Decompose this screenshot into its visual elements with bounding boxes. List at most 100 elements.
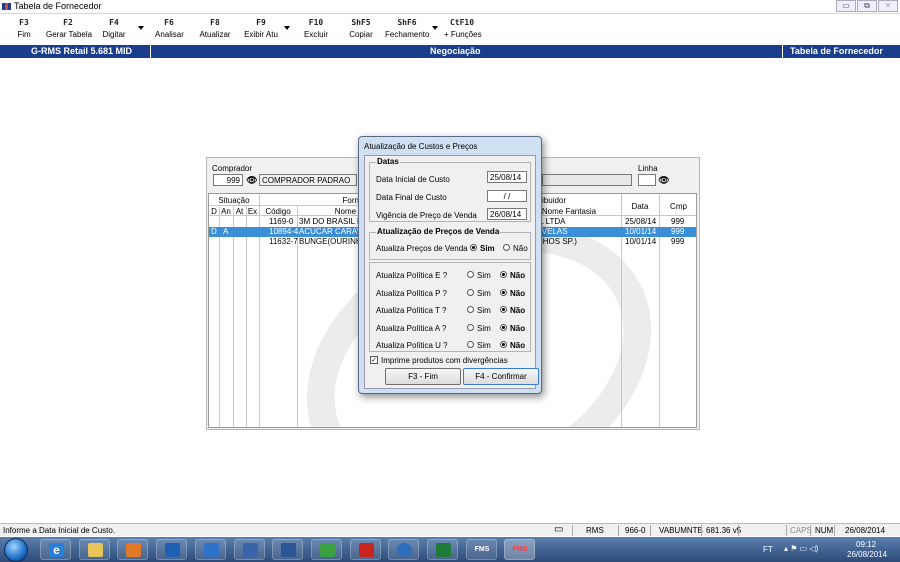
comprador-search-icon[interactable]: 👁	[245, 174, 259, 186]
politica-t-nao-radio[interactable]	[500, 306, 507, 313]
toolbar-mais-funcoes-button[interactable]: CtF10 + Funções	[444, 18, 482, 39]
toolbar-atualizar-button[interactable]: F8 Atualizar	[199, 18, 231, 39]
atualizacao-dialog: Atualização de Custos e Preços Datas Dat…	[358, 136, 542, 394]
comprador-name-field: COMPRADOR PADRAO	[259, 174, 357, 186]
language-indicator[interactable]: FT	[763, 545, 773, 554]
data-final-field[interactable]: / /	[487, 190, 527, 202]
linha-search-icon[interactable]: 👁	[657, 174, 671, 186]
cell-cmp: 999	[671, 227, 685, 236]
close-button[interactable]: ✕	[878, 0, 898, 12]
atualiza-precos-nao-radio[interactable]	[503, 244, 510, 251]
pdf-taskbar-button[interactable]	[350, 539, 381, 560]
link-taskbar-button[interactable]	[234, 539, 265, 560]
atualiza-precos-sim-radio[interactable]	[470, 244, 477, 251]
title-bar: Tabela de Fornecedor ▭ ⧉ ✕	[0, 0, 900, 14]
dialog-body: Datas Data Inicial de Custo 25/08/14 Dat…	[364, 155, 539, 389]
ie-icon: e	[49, 543, 64, 557]
media-taskbar-button[interactable]	[117, 539, 148, 560]
toolbar-fechamento-button[interactable]: ShF6 Fechamento	[385, 18, 429, 39]
toolbar-exibir-atu-button[interactable]: F9 Exibir Atu	[244, 18, 278, 39]
nao-label: Não	[510, 271, 526, 280]
datas-group: Datas Data Inicial de Custo 25/08/14 Dat…	[369, 157, 531, 222]
comprador-code-field[interactable]: 999	[213, 174, 243, 186]
start-button[interactable]	[4, 538, 28, 562]
toolbar-digitar-button[interactable]: F4 Digitar	[101, 18, 127, 39]
fms-label: FMS	[474, 546, 490, 553]
toolbar-fim-button[interactable]: F3 Fim	[14, 18, 34, 39]
status-divider	[701, 525, 702, 536]
key-label: CtF10	[449, 18, 475, 27]
key-label: F8	[210, 18, 220, 27]
cell-codigo: 11632-7	[269, 237, 298, 246]
data-inicial-field[interactable]: 25/08/14	[487, 171, 527, 183]
module-name: Negociação	[430, 46, 481, 56]
explorer-taskbar-button[interactable]	[79, 539, 110, 560]
button-label: Exibir Atu	[244, 30, 278, 39]
fms-taskbar-button[interactable]: FMS	[466, 539, 497, 560]
status-message: Informe a Data Inicial de Custo.	[3, 526, 116, 535]
politica-p-nao-radio[interactable]	[500, 289, 507, 296]
grid-line	[209, 205, 259, 206]
nao-label: Não	[513, 244, 528, 253]
politica-a-sim-radio[interactable]	[467, 324, 474, 331]
plus-taskbar-button[interactable]	[311, 539, 342, 560]
clock-time[interactable]: 09:12	[856, 540, 876, 549]
cell-cmp: 999	[671, 237, 685, 246]
col-ex: Ex	[247, 207, 258, 216]
confirmar-button[interactable]: F4 - Confirmar	[463, 368, 539, 385]
lync-taskbar-button[interactable]	[195, 539, 226, 560]
tray-icons[interactable]: ▴ ⚑ ▭ ◁)	[784, 544, 818, 553]
vigencia-field[interactable]: 26/08/14	[487, 208, 527, 220]
app-icon	[2, 3, 11, 10]
excel-taskbar-button[interactable]	[427, 539, 458, 560]
globe-taskbar-button[interactable]	[388, 539, 419, 560]
fms-active-taskbar-button[interactable]: FMS	[504, 539, 535, 560]
restore-button[interactable]: ⧉	[857, 0, 877, 12]
toolbar-excluir-button[interactable]: F10 Excluir	[302, 18, 330, 39]
toolbar-copiar-button[interactable]: ShF5 Copiar	[347, 18, 375, 39]
word-taskbar-button[interactable]	[272, 539, 303, 560]
fms-label: FMS	[512, 546, 528, 553]
cell-data: 10/01/14	[625, 237, 657, 246]
linha-field[interactable]	[638, 174, 656, 186]
ie-taskbar-button[interactable]: e	[40, 539, 71, 560]
key-label: F3	[19, 18, 29, 27]
comprador-label: Comprador	[212, 164, 253, 173]
nao-label: Não	[510, 306, 526, 315]
politica-u-nao-radio[interactable]	[500, 341, 507, 348]
politica-u-sim-radio[interactable]	[467, 341, 474, 348]
nao-label: Não	[510, 341, 526, 350]
exibir-atu-dropdown-arrow[interactable]	[284, 26, 290, 30]
toolbar-analisar-button[interactable]: F6 Analisar	[155, 18, 184, 39]
politica-u-label: Atualiza Política U ?	[376, 341, 448, 350]
nao-label: Não	[510, 289, 526, 298]
digitar-dropdown-arrow[interactable]	[138, 26, 144, 30]
sim-label: Sim	[477, 271, 491, 280]
key-label: F10	[308, 18, 324, 27]
datas-group-title: Datas	[376, 157, 400, 166]
outlook-taskbar-button[interactable]	[156, 539, 187, 560]
dialog-title: Atualização de Custos e Preços	[364, 142, 478, 151]
politica-a-nao-radio[interactable]	[500, 324, 507, 331]
toolbar-gerar-tabela-button[interactable]: F2 Gerar Tabela	[46, 18, 92, 39]
fechamento-dropdown-arrow[interactable]	[432, 26, 438, 30]
cell-cmp: 999	[671, 217, 685, 226]
politica-t-sim-radio[interactable]	[467, 306, 474, 313]
status-divider	[618, 525, 619, 536]
vigencia-label: Vigência de Preço de Venda	[376, 211, 477, 220]
status-divider	[810, 525, 811, 536]
politica-e-sim-radio[interactable]	[467, 271, 474, 278]
politica-p-sim-radio[interactable]	[467, 289, 474, 296]
cell-codigo: 1169-0	[269, 217, 294, 226]
politica-e-nao-radio[interactable]	[500, 271, 507, 278]
status-code: 966-0	[625, 526, 646, 535]
imprime-divergencias-checkbox[interactable]: ✓	[370, 356, 378, 364]
key-label: F6	[164, 18, 174, 27]
col-situacao: Situação	[218, 196, 250, 205]
status-divider	[738, 525, 739, 536]
clock-date[interactable]: 26/08/2014	[847, 550, 887, 559]
cell-data: 25/08/14	[625, 217, 657, 226]
fim-button[interactable]: F3 - Fim	[385, 368, 461, 385]
minimize-button[interactable]: ▭	[836, 0, 856, 12]
col-an: An	[221, 207, 231, 216]
